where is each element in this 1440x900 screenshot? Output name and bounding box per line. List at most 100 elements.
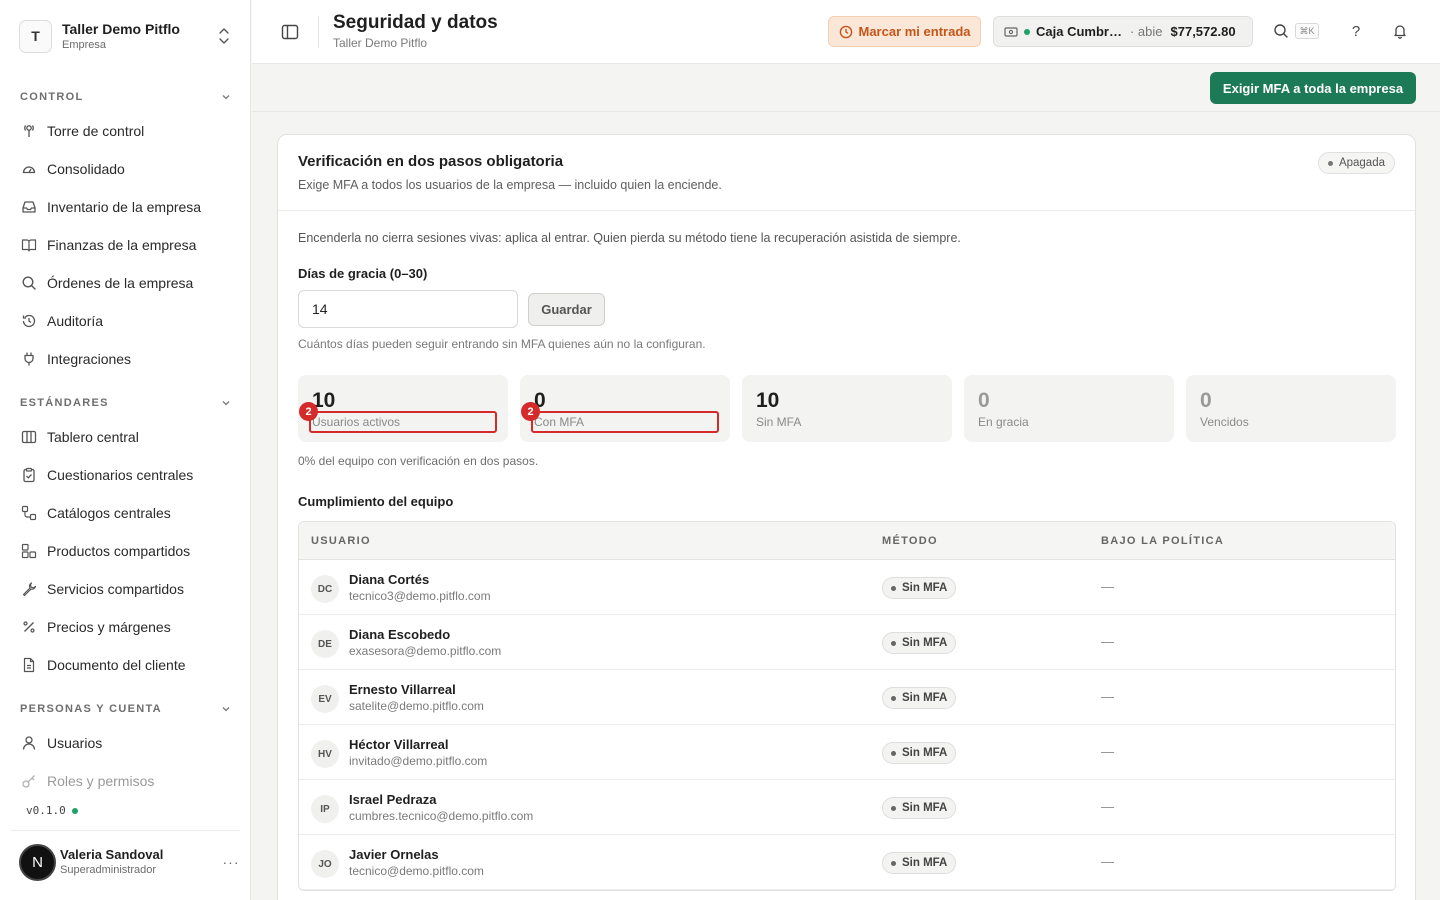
table-row[interactable]: EV Ernesto Villarreal satelite@demo.pitf… <box>299 670 1395 725</box>
nav-precios[interactable]: Precios y márgenes <box>10 611 240 643</box>
nav-label: Precios y márgenes <box>47 619 171 635</box>
nav-ordenes[interactable]: Órdenes de la empresa <box>10 267 240 299</box>
register-name: Caja Cumbr… <box>1036 24 1122 39</box>
nav-tablero-central[interactable]: Tablero central <box>10 421 240 453</box>
workspace-name: Taller Demo Pitflo <box>62 20 180 37</box>
user-name: Héctor Villarreal <box>349 737 449 752</box>
policy-value: — <box>1101 744 1114 759</box>
file-icon <box>21 657 37 673</box>
nav-productos[interactable]: Productos compartidos <box>10 535 240 567</box>
method-text: Sin MFA <box>902 857 948 869</box>
nav-label: Productos compartidos <box>47 543 191 559</box>
current-user-card[interactable]: N Valeria Sandoval Superadministrador ··… <box>19 842 241 882</box>
save-button[interactable]: Guardar <box>528 293 605 326</box>
wrench-icon <box>21 581 37 597</box>
mfa-policy-card: Verificación en dos pasos obligatoria Ex… <box>277 134 1416 900</box>
stat-value: 0 <box>978 389 990 412</box>
badge-dot <box>891 585 896 591</box>
badge-dot <box>891 695 896 701</box>
section-estandares[interactable]: ESTÁNDARES <box>20 395 232 411</box>
divider <box>318 16 319 48</box>
register-state: · abie <box>1129 24 1163 39</box>
nav-consolidado[interactable]: Consolidado <box>10 153 240 185</box>
columns-icon <box>21 429 37 445</box>
coverage-text: 0% del equipo con verificación en dos pa… <box>298 454 539 468</box>
highlight-badge: 2 <box>521 402 540 421</box>
table-row[interactable]: JO Javier Ornelas tecnico@demo.pitflo.co… <box>299 835 1395 890</box>
nav-integraciones[interactable]: Integraciones <box>10 343 240 375</box>
method-badge: Sin MFA <box>882 797 957 819</box>
avatar: IP <box>311 795 339 823</box>
register-amount: $77,572.80 <box>1170 24 1236 39</box>
tower-icon <box>21 123 37 139</box>
chevrons-updown-icon <box>219 28 229 44</box>
stat-value: 10 <box>756 389 780 412</box>
nav-usuarios[interactable]: Usuarios <box>10 727 240 759</box>
more-options-icon[interactable]: ··· <box>221 854 241 870</box>
card-description: Exige MFA a todos los usuarios de la emp… <box>298 178 722 192</box>
user-icon <box>21 735 37 751</box>
register-open-dot <box>1024 28 1030 35</box>
table-row[interactable]: DE Diana Escobedo exasesora@demo.pitflo.… <box>299 615 1395 670</box>
plug-icon <box>21 351 37 367</box>
stat-value: 0 <box>1200 389 1212 412</box>
workspace-switcher[interactable]: T Taller Demo Pitflo Empresa <box>19 18 241 54</box>
workspace-avatar: T <box>19 19 52 53</box>
nav-documento[interactable]: Documento del cliente <box>10 649 240 681</box>
nav-label: Servicios compartidos <box>47 581 184 597</box>
nav-inventario[interactable]: Inventario de la empresa <box>10 191 240 223</box>
chevron-down-icon <box>222 401 230 406</box>
nav-torre-de-control[interactable]: Torre de control <box>10 115 240 147</box>
highlight-box <box>531 411 719 433</box>
method-text: Sin MFA <box>902 637 948 649</box>
user-name: Valeria Sandoval <box>60 847 164 862</box>
policy-value: — <box>1101 854 1114 869</box>
search-icon[interactable] <box>1272 22 1290 40</box>
nav-servicios[interactable]: Servicios compartidos <box>10 573 240 605</box>
status-dot <box>1327 160 1333 166</box>
table-row[interactable]: DC Diana Cortés tecnico3@demo.pitflo.com… <box>299 560 1395 615</box>
table-header: USUARIO MÉTODO BAJO LA POLÍTICA <box>299 522 1395 560</box>
table-row[interactable]: HV Héctor Villarreal invitado@demo.pitfl… <box>299 725 1395 780</box>
sidebar-toggle-icon[interactable] <box>280 22 300 42</box>
user-name: Diana Escobedo <box>349 627 451 642</box>
section-personas[interactable]: PERSONAS Y CUENTA <box>20 701 232 717</box>
nav-label: Integraciones <box>47 351 132 367</box>
nav-label: Catálogos centrales <box>47 505 171 521</box>
nav-roles[interactable]: Roles y permisos <box>10 765 240 797</box>
user-name: Diana Cortés <box>349 572 430 587</box>
nav-label: Roles y permisos <box>47 773 155 789</box>
stat-label: Sin MFA <box>756 415 802 429</box>
policy-info: Encenderla no cierra sesiones vivas: apl… <box>298 231 961 245</box>
user-email: tecnico3@demo.pitflo.com <box>349 589 491 603</box>
action-bar: Exigir MFA a toda la empresa <box>252 64 1440 112</box>
nav-finanzas[interactable]: Finanzas de la empresa <box>10 229 240 261</box>
bell-icon[interactable] <box>1391 22 1409 40</box>
section-label: CONTROL <box>20 91 84 103</box>
cash-register-selector[interactable]: Caja Cumbr… · abie $77,572.80 <box>993 16 1253 47</box>
version-text: v0.1.0 <box>26 804 66 817</box>
nav-label: Usuarios <box>47 735 103 751</box>
section-control[interactable]: CONTROL <box>20 89 232 105</box>
method-badge: Sin MFA <box>882 852 957 874</box>
user-email: invitado@demo.pitflo.com <box>349 754 488 768</box>
nav-cuestionarios[interactable]: Cuestionarios centrales <box>10 459 240 491</box>
stat-active-users: 10 Usuarios activos 2 <box>298 375 508 442</box>
nav-auditoria[interactable]: Auditoría <box>10 305 240 337</box>
method-text: Sin MFA <box>902 582 948 594</box>
table-row[interactable]: IP Israel Pedraza cumbres.tecnico@demo.p… <box>299 780 1395 835</box>
nav-catalogos[interactable]: Catálogos centrales <box>10 497 240 529</box>
method-badge: Sin MFA <box>882 687 957 709</box>
divider <box>10 830 240 831</box>
clock-in-button[interactable]: Marcar mi entrada <box>828 16 981 47</box>
enforce-mfa-button[interactable]: Exigir MFA a toda la empresa <box>1210 72 1416 104</box>
method-text: Sin MFA <box>902 692 948 704</box>
chevron-down-icon <box>222 707 230 712</box>
avatar: HV <box>311 740 339 768</box>
grace-days-input[interactable] <box>298 290 518 328</box>
help-icon[interactable]: ? <box>1347 22 1365 40</box>
grace-days-help: Cuántos días pueden seguir entrando sin … <box>298 337 706 351</box>
page-subtitle: Taller Demo Pitflo <box>333 36 428 50</box>
divider <box>278 210 1415 211</box>
highlight-badge: 2 <box>299 402 318 421</box>
